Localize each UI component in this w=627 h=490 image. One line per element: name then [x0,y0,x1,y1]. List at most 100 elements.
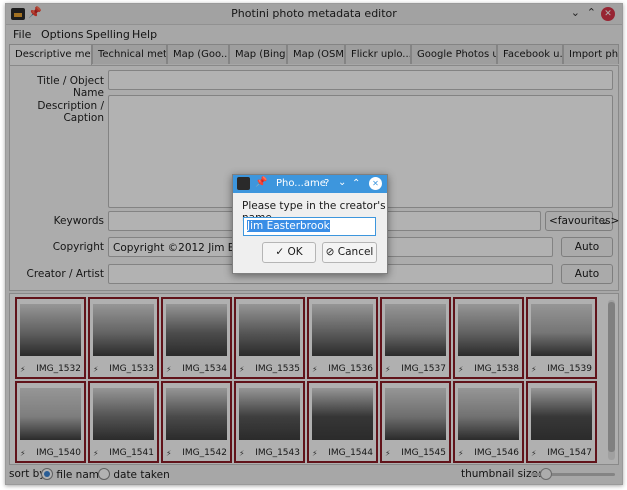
thumbnail-name: IMG_1538 [474,364,519,374]
tab-map-google[interactable]: Map (Goo... [167,44,229,64]
menu-help[interactable]: Help [132,28,157,41]
tab-google-photos[interactable]: Google Photos u... [411,44,497,64]
thumbnail-image [531,304,592,356]
thumbnail-size-label: thumbnail size: [461,468,542,480]
tab-bar: Descriptive met... Technical met... Map … [9,44,619,66]
minimize-icon[interactable]: ⌄ [571,6,580,19]
thumbnail-name: IMG_1541 [109,448,154,458]
thumbnail-name: IMG_1532 [36,364,81,374]
help-icon[interactable]: ? [324,178,329,189]
thumbnail-image [166,304,227,356]
tab-map-osm[interactable]: Map (OSM) [287,44,345,64]
flash-icon: ⚡ [312,365,318,374]
window-title: Photini photo metadata editor [231,7,397,20]
tab-import[interactable]: Import ph... [563,44,619,64]
thumbnail-cell[interactable]: ⚡ IMG_1543 [234,381,305,463]
creator-auto-button[interactable]: Auto [561,264,613,284]
thumbnail-cell[interactable]: ⚡ IMG_1537 [380,297,451,379]
dialog-app-icon [237,177,250,190]
thumbnail-cell[interactable]: ⚡ IMG_1547 [526,381,597,463]
radio-unchecked-icon [98,468,110,480]
thumbnail-cell[interactable]: ⚡ IMG_1534 [161,297,232,379]
thumbnail-cell[interactable]: ⚡ IMG_1532 [15,297,86,379]
thumbnail-image [93,388,154,440]
thumbnail-image [312,304,373,356]
scrollbar-handle[interactable] [608,302,615,452]
thumbnail-image [239,388,300,440]
thumbnail-name: IMG_1544 [328,448,373,458]
flash-icon: ⚡ [385,365,391,374]
menu-file[interactable]: File [13,28,31,41]
dialog-title: Pho...ame [276,178,326,189]
sort-file-name-radio[interactable]: file name [41,468,105,481]
tab-flickr[interactable]: Flickr uplo... [345,44,411,64]
title-label: Title / Object Name [37,75,104,99]
flash-icon: ⚡ [20,449,26,458]
creator-name-input[interactable]: Jim Easterbrook [243,217,376,236]
dialog-maximize-icon[interactable]: ⌃ [352,178,360,189]
thumbnail-cell[interactable]: ⚡ IMG_1533 [88,297,159,379]
flash-icon: ⚡ [93,449,99,458]
tab-descriptive[interactable]: Descriptive met... [9,44,92,66]
thumbnail-scrollbar[interactable] [608,300,615,460]
description-label: Description / Caption [37,100,104,124]
cancel-label: Cancel [337,246,374,258]
slider-knob[interactable] [540,468,553,480]
thumbnail-name: IMG_1537 [401,364,446,374]
thumbnail-cell[interactable]: ⚡ IMG_1541 [88,381,159,463]
maximize-icon[interactable]: ⌃ [587,6,596,19]
dialog-close-icon[interactable]: ✕ [369,177,382,190]
title-bar[interactable]: 📌 Photini photo metadata editor ⌄ ⌃ ✕ [6,4,622,25]
dialog-pin-icon[interactable]: 📌 [255,177,267,188]
thumbnail-image [458,304,519,356]
thumbnail-cell[interactable]: ⚡ IMG_1545 [380,381,451,463]
flash-icon: ⚡ [20,365,26,374]
menu-spelling[interactable]: Spelling [86,28,130,41]
date-taken-label: date taken [113,469,170,481]
dialog-title-bar[interactable]: 📌 Pho...ame ? ⌄ ⌃ ✕ [233,175,387,193]
flash-icon: ⚡ [312,449,318,458]
copyright-auto-button[interactable]: Auto [561,237,613,257]
thumbnail-name: IMG_1539 [547,364,592,374]
title-field[interactable] [108,70,613,90]
flash-icon: ⚡ [239,449,245,458]
flash-icon: ⚡ [166,449,172,458]
thumbnail-name: IMG_1535 [255,364,300,374]
favourites-dropdown[interactable]: <favourites> ⌄ [545,211,619,231]
cancel-icon: ⊘ [325,246,335,258]
thumbnail-image [458,388,519,440]
thumbnail-image [312,388,373,440]
thumbnail-cell[interactable]: ⚡ IMG_1539 [526,297,597,379]
tab-technical[interactable]: Technical met... [92,44,167,64]
tab-facebook[interactable]: Facebook u... [497,44,563,64]
close-icon[interactable]: ✕ [601,7,615,21]
ok-button[interactable]: ✓ OK [262,242,316,263]
thumbnail-cell[interactable]: ⚡ IMG_1535 [234,297,305,379]
flash-icon: ⚡ [531,449,537,458]
sort-date-taken-radio[interactable]: date taken [98,468,170,481]
thumbnail-size-slider[interactable] [531,468,615,480]
thumbnail-name: IMG_1542 [182,448,227,458]
flash-icon: ⚡ [458,449,464,458]
thumbnail-name: IMG_1540 [36,448,81,458]
thumbnail-cell[interactable]: ⚡ IMG_1540 [15,381,86,463]
menu-options[interactable]: Options [41,28,83,41]
thumbnail-name: IMG_1533 [109,364,154,374]
cancel-button[interactable]: ⊘ Cancel [322,242,377,263]
thumbnail-cell[interactable]: ⚡ IMG_1546 [453,381,524,463]
tab-map-bing[interactable]: Map (Bing) [229,44,287,64]
thumbnail-name: IMG_1545 [401,448,446,458]
thumbnail-cell[interactable]: ⚡ IMG_1544 [307,381,378,463]
flash-icon: ⚡ [385,449,391,458]
thumbnail-cell[interactable]: ⚡ IMG_1542 [161,381,232,463]
flash-icon: ⚡ [458,365,464,374]
status-bar: sort by: file name date taken thumbnail … [6,465,622,483]
thumbnail-cell[interactable]: ⚡ IMG_1538 [453,297,524,379]
creator-label: Creator / Artist [26,268,104,280]
creator-name-value: Jim Easterbrook [247,220,330,232]
thumbnail-cell[interactable]: ⚡ IMG_1536 [307,297,378,379]
flash-icon: ⚡ [239,365,245,374]
dialog-minimize-icon[interactable]: ⌄ [338,177,346,188]
thumbnail-name: IMG_1546 [474,448,519,458]
thumbnail-name: IMG_1547 [547,448,592,458]
